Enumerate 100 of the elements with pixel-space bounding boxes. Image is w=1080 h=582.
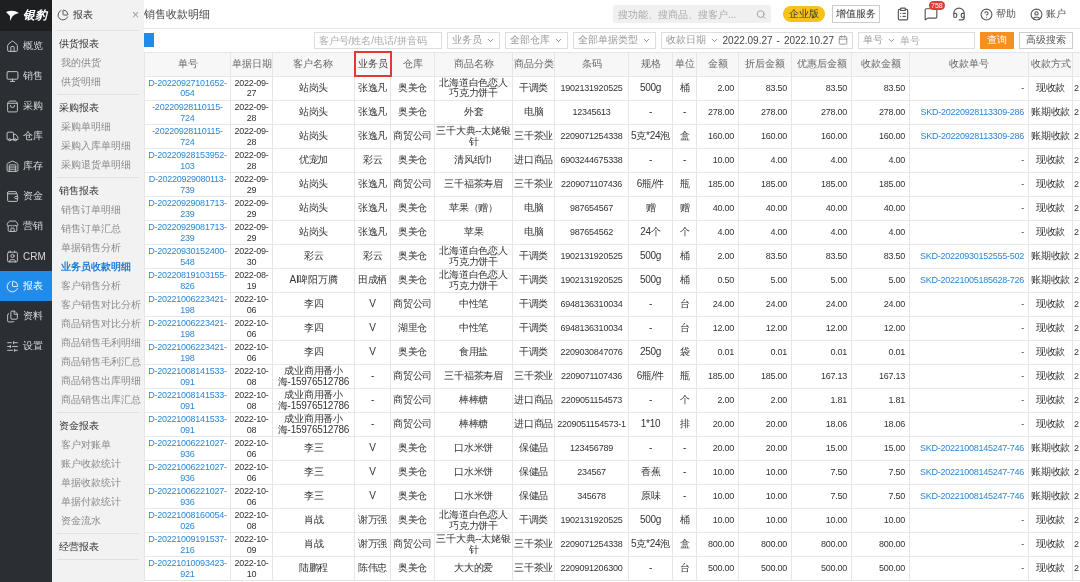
menu-item[interactable]: 我的供货 — [57, 53, 101, 72]
close-icon[interactable]: × — [132, 8, 139, 22]
advanced-search-button[interactable]: 高级搜索 — [1019, 31, 1073, 49]
order-link[interactable]: -20220928110115-724 — [144, 100, 231, 125]
customer-field[interactable]: 客户号/姓名/电话/拼音码 — [313, 31, 442, 49]
number-filter[interactable]: 单号 单号 — [858, 31, 975, 49]
order-link[interactable]: D-20220929080113-739 — [144, 172, 231, 197]
menu-item[interactable]: 商品销售毛利明细 — [57, 333, 141, 352]
table-cell: 160.00 — [696, 124, 739, 149]
table-cell: 盒 — [672, 124, 697, 149]
order-link[interactable]: D-20220930152400-548 — [144, 244, 231, 269]
clipboard-button[interactable] — [896, 7, 910, 21]
menu-item[interactable]: 销售订单汇总 — [57, 219, 121, 238]
user-icon — [1030, 7, 1043, 21]
menu-item[interactable]: 供货明细 — [57, 72, 101, 91]
message-button[interactable] — [924, 7, 938, 21]
menu-item[interactable]: 客户对账单 — [57, 435, 111, 454]
table-cell: 2.00 — [738, 388, 792, 413]
date-range-field[interactable]: 收款日期 2022.09.27 - 2022.10.27 — [660, 31, 853, 49]
order-link[interactable]: D-20220929081713-239 — [144, 220, 231, 245]
sidebar-item[interactable]: 营销 — [0, 211, 52, 241]
table-cell: 瓶 — [672, 364, 697, 389]
menu-item[interactable]: 单据收款统计 — [57, 473, 121, 492]
table-cell: 账期收款 — [1028, 124, 1073, 149]
sidebar-item[interactable]: 库存 — [0, 151, 52, 181]
table-cell: 800.00 — [791, 532, 852, 557]
menu-item[interactable]: 账户收款统计 — [57, 454, 121, 473]
sidebar-item[interactable]: 概览 — [0, 31, 52, 61]
order-link[interactable]: SKD-20220928113309-286 — [909, 124, 1029, 149]
order-link[interactable]: D-20221008141533-091 — [144, 364, 231, 389]
table-cell: 1902131920525 — [554, 76, 629, 101]
order-link[interactable]: D-20221008141533-091 — [144, 412, 231, 437]
menu-item[interactable]: 采购入库单明细 — [57, 136, 131, 155]
filter-select[interactable]: 全部单据类型 — [572, 31, 656, 49]
table-cell: 账期收款 — [1028, 268, 1073, 293]
order-link[interactable]: D-20221006223421-198 — [144, 292, 231, 317]
order-link[interactable]: D-20221010093423-921 — [144, 556, 231, 581]
order-link[interactable]: SKD-20221008145247-746 — [909, 436, 1029, 461]
table-cell: - — [909, 220, 1029, 245]
menu-item[interactable]: 资金流水 — [57, 511, 101, 530]
table-cell: 现收款 — [1028, 388, 1073, 413]
table-cell: 2022-08-19 — [230, 268, 273, 293]
headset-button[interactable] — [952, 7, 966, 21]
menu-item[interactable]: 商品销售对比分析 — [57, 314, 141, 333]
table-cell: 2022-10-06 — [230, 316, 273, 341]
menu-item[interactable]: 客户销售对比分析 — [57, 295, 141, 314]
order-link[interactable]: D-20221008160054-026 — [144, 508, 231, 533]
order-link[interactable]: D-20220928153952-103 — [144, 148, 231, 173]
menu-item[interactable]: 销售订单明细 — [57, 200, 121, 219]
table-cell: 7.50 — [851, 484, 910, 509]
account-button[interactable]: 账户 — [1030, 7, 1066, 21]
order-link[interactable]: D-20220819103155-826 — [144, 268, 231, 293]
table-cell: 账期收款 — [1028, 100, 1073, 125]
order-link[interactable]: SKD-20220930152555-502 — [909, 244, 1029, 269]
table-cell: 现收款 — [1028, 292, 1073, 317]
table-cell: 原味 — [628, 484, 673, 509]
menu-item[interactable]: 单据销售分析 — [57, 238, 121, 257]
order-link[interactable]: SKD-20221008145247-746 — [909, 460, 1029, 485]
table-cell: 24.00 — [851, 292, 910, 317]
order-link[interactable]: D-20221006221027-936 — [144, 460, 231, 485]
sidebar-item[interactable]: 报表 — [0, 271, 52, 301]
table-cell: 12.00 — [696, 316, 739, 341]
query-button[interactable]: 查询 — [980, 31, 1014, 49]
service-button[interactable]: 增值服务 — [832, 5, 880, 23]
menu-item[interactable]: 单据付款统计 — [57, 492, 121, 511]
order-link[interactable]: D-20221009191537-216 — [144, 532, 231, 557]
order-link[interactable]: SKD-20220928113309-286 — [909, 100, 1029, 125]
sidebar-item[interactable]: 采购 — [0, 91, 52, 121]
sidebar-item[interactable]: CRM — [0, 241, 52, 271]
order-link[interactable]: D-20221008141533-091 — [144, 388, 231, 413]
table-cell: 12.00 — [851, 316, 910, 341]
order-link[interactable]: D-20221006223421-198 — [144, 340, 231, 365]
menu-item[interactable]: 商品销售毛利汇总 — [57, 352, 141, 371]
sidebar-item[interactable]: 仓库 — [0, 121, 52, 151]
sidebar-item[interactable]: 设置 — [0, 331, 52, 361]
order-link[interactable]: D-20221006221027-936 — [144, 484, 231, 509]
sidebar-item[interactable]: 资料 — [0, 301, 52, 331]
order-link[interactable]: D-20221006221027-936 — [144, 436, 231, 461]
table-cell: - — [628, 148, 673, 173]
table-cell: 123456789 — [554, 436, 629, 461]
menu-item[interactable]: 采购退货单明细 — [57, 155, 131, 174]
order-link[interactable]: D-20221006223421-198 — [144, 316, 231, 341]
help-button[interactable]: 帮助 — [980, 7, 1016, 21]
order-link[interactable]: D-20220929081713-239 — [144, 196, 231, 221]
menu-item[interactable]: 采购单明细 — [57, 117, 111, 136]
table-cell: 李三 — [272, 436, 355, 461]
order-link[interactable]: -20220928110115-724 — [144, 124, 231, 149]
table-cell: 500g — [628, 76, 673, 101]
sidebar-item[interactable]: 资金 — [0, 181, 52, 211]
filter-select[interactable]: 全部仓库 — [504, 31, 568, 49]
order-link[interactable]: D-20220927101652-054 — [144, 76, 231, 101]
menu-item[interactable]: 客户销售分析 — [57, 276, 121, 295]
menu-item[interactable]: 业务员收款明细 — [57, 257, 131, 276]
menu-item[interactable]: 商品销售出库明细 — [57, 371, 141, 390]
order-link[interactable]: SKD-20221005185628-726 — [909, 268, 1029, 293]
order-link[interactable]: SKD-20221008145247-746 — [909, 484, 1029, 509]
table-cell: 2022-10-06 — [230, 292, 273, 317]
menu-item[interactable]: 商品销售出库汇总 — [57, 390, 141, 409]
sidebar-item[interactable]: 销售 — [0, 61, 52, 91]
filter-select[interactable]: 业务员 — [446, 31, 500, 49]
